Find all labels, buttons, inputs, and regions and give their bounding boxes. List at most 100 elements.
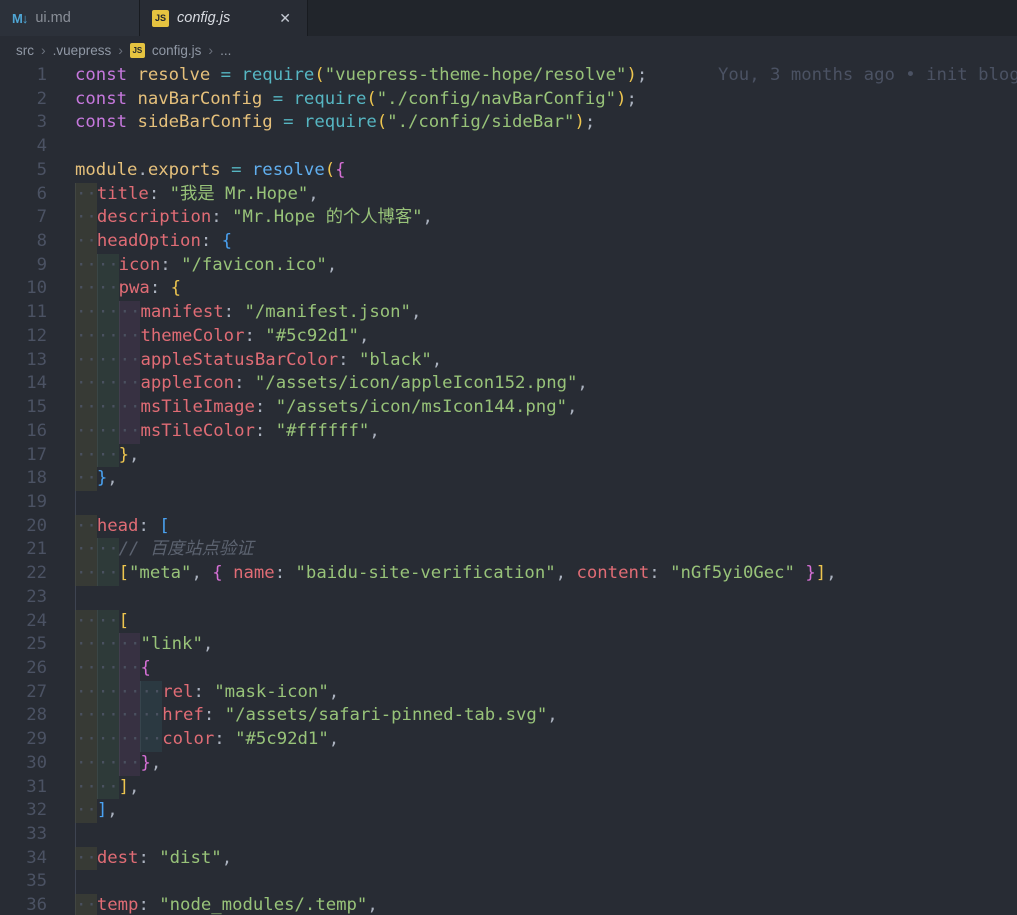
code-token: name <box>233 563 275 583</box>
code-line[interactable]: 3const sideBarConfig = require("./config… <box>0 111 1017 135</box>
code-line[interactable]: 8··headOption: { <box>0 230 1017 254</box>
code-line[interactable]: 35 <box>0 870 1017 894</box>
code-line[interactable]: 7··description: "Mr.Hope 的个人博客", <box>0 206 1017 230</box>
line-number[interactable]: 5 <box>0 159 47 183</box>
line-number[interactable]: 29 <box>0 728 47 752</box>
code-line[interactable]: 9····icon: "/favicon.ico", <box>0 254 1017 278</box>
breadcrumb-item-config-js[interactable]: config.js <box>150 43 204 58</box>
line-number[interactable]: 21 <box>0 538 47 562</box>
indent-whitespace: ·· <box>75 704 97 728</box>
line-number[interactable]: 14 <box>0 372 47 396</box>
line-number[interactable]: 26 <box>0 657 47 681</box>
indent-whitespace: ·· <box>119 704 141 728</box>
line-number[interactable]: 25 <box>0 633 47 657</box>
tab-config-js[interactable]: JS config.js ✕ <box>140 0 308 36</box>
line-number[interactable]: 31 <box>0 776 47 800</box>
line-number[interactable]: 12 <box>0 325 47 349</box>
code-line[interactable]: 13······appleStatusBarColor: "black", <box>0 349 1017 373</box>
line-number[interactable]: 35 <box>0 870 47 894</box>
code-line[interactable]: 23 <box>0 586 1017 610</box>
line-number[interactable]: 13 <box>0 349 47 373</box>
code-line[interactable]: 1const resolve = require("vuepress-theme… <box>0 64 1017 88</box>
indent-whitespace: ·· <box>75 610 97 634</box>
line-number[interactable]: 28 <box>0 704 47 728</box>
line-number[interactable]: 17 <box>0 444 47 468</box>
code-line[interactable]: 21····// 百度站点验证 <box>0 538 1017 562</box>
line-number[interactable]: 1 <box>0 64 47 88</box>
code-line[interactable]: 26······{ <box>0 657 1017 681</box>
line-number[interactable]: 18 <box>0 467 47 491</box>
breadcrumb-item-symbol[interactable]: ... <box>218 43 233 58</box>
breadcrumb-item-src[interactable]: src <box>14 43 36 58</box>
line-number[interactable]: 6 <box>0 183 47 207</box>
code-line[interactable]: 4 <box>0 135 1017 159</box>
code-line[interactable]: 2const navBarConfig = require("./config/… <box>0 88 1017 112</box>
code-line[interactable]: 11······manifest: "/manifest.json", <box>0 301 1017 325</box>
tab-ui-md[interactable]: M↓ ui.md <box>0 0 140 36</box>
indent-whitespace: ·· <box>75 515 97 539</box>
code-line[interactable]: 22····["meta", { name: "baidu-site-verif… <box>0 562 1017 586</box>
line-number[interactable]: 32 <box>0 799 47 823</box>
code-line[interactable]: 27········rel: "mask-icon", <box>0 681 1017 705</box>
line-number[interactable]: 30 <box>0 752 47 776</box>
tab-bar: M↓ ui.md JS config.js ✕ <box>0 0 1017 36</box>
code-line[interactable]: 18··}, <box>0 467 1017 491</box>
code-line[interactable]: 29········color: "#5c92d1", <box>0 728 1017 752</box>
code-line[interactable]: 34··dest: "dist", <box>0 847 1017 871</box>
line-number[interactable]: 22 <box>0 562 47 586</box>
code-line[interactable]: 31····], <box>0 776 1017 800</box>
code-line[interactable]: 24····[ <box>0 610 1017 634</box>
code-line[interactable]: 12······themeColor: "#5c92d1", <box>0 325 1017 349</box>
code-token: require <box>294 89 367 109</box>
line-number[interactable]: 10 <box>0 277 47 301</box>
line-number[interactable]: 2 <box>0 88 47 112</box>
code-editor[interactable]: 1const resolve = require("vuepress-theme… <box>0 64 1017 915</box>
line-number[interactable]: 36 <box>0 894 47 915</box>
indent-whitespace: ·· <box>97 704 119 728</box>
code-line[interactable]: 14······appleIcon: "/assets/icon/appleIc… <box>0 372 1017 396</box>
line-number[interactable]: 4 <box>0 135 47 159</box>
line-number[interactable]: 11 <box>0 301 47 325</box>
code-token: [ <box>119 563 129 583</box>
code-line[interactable]: 19 <box>0 491 1017 515</box>
code-token: "#5c92d1" <box>235 729 329 749</box>
line-number[interactable]: 27 <box>0 681 47 705</box>
close-icon[interactable]: ✕ <box>275 8 295 29</box>
code-line[interactable]: 16······msTileColor: "#ffffff", <box>0 420 1017 444</box>
code-line[interactable]: 5module.exports = resolve({ <box>0 159 1017 183</box>
code-line[interactable]: 33 <box>0 823 1017 847</box>
code-line[interactable]: 6··title: "我是 Mr.Hope", <box>0 183 1017 207</box>
line-number[interactable]: 34 <box>0 847 47 871</box>
code-line[interactable]: 15······msTileImage: "/assets/icon/msIco… <box>0 396 1017 420</box>
indent-whitespace: ·· <box>75 230 97 254</box>
code-line[interactable]: 25······"link", <box>0 633 1017 657</box>
code-line[interactable]: 10····pwa: { <box>0 277 1017 301</box>
line-number[interactable]: 15 <box>0 396 47 420</box>
code-token: description <box>97 207 211 227</box>
indent-whitespace: ·· <box>75 206 97 230</box>
code-line[interactable]: 36··temp: "node_modules/.temp", <box>0 894 1017 915</box>
code-line[interactable]: 28········href: "/assets/safari-pinned-t… <box>0 704 1017 728</box>
code-token: , <box>556 563 577 583</box>
line-number[interactable]: 33 <box>0 823 47 847</box>
line-number[interactable]: 23 <box>0 586 47 610</box>
line-number[interactable]: 9 <box>0 254 47 278</box>
indent-whitespace: ·· <box>97 776 119 800</box>
code-line[interactable]: 30······}, <box>0 752 1017 776</box>
code-token: "nGf5yi0Gec" <box>670 563 795 583</box>
code-line[interactable]: 20··head: [ <box>0 515 1017 539</box>
code-line[interactable]: 32··], <box>0 799 1017 823</box>
line-number[interactable]: 24 <box>0 610 47 634</box>
line-number[interactable]: 8 <box>0 230 47 254</box>
code-token: temp <box>97 895 139 915</box>
code-token: "vuepress-theme-hope/resolve" <box>325 65 627 85</box>
line-number[interactable]: 20 <box>0 515 47 539</box>
line-number[interactable]: 7 <box>0 206 47 230</box>
breadcrumb-item-vuepress[interactable]: .vuepress <box>51 43 114 58</box>
line-number[interactable]: 16 <box>0 420 47 444</box>
line-number[interactable]: 3 <box>0 111 47 135</box>
code-token: ) <box>574 112 584 132</box>
code-token: = <box>221 65 242 85</box>
line-number[interactable]: 19 <box>0 491 47 515</box>
code-line[interactable]: 17····}, <box>0 444 1017 468</box>
